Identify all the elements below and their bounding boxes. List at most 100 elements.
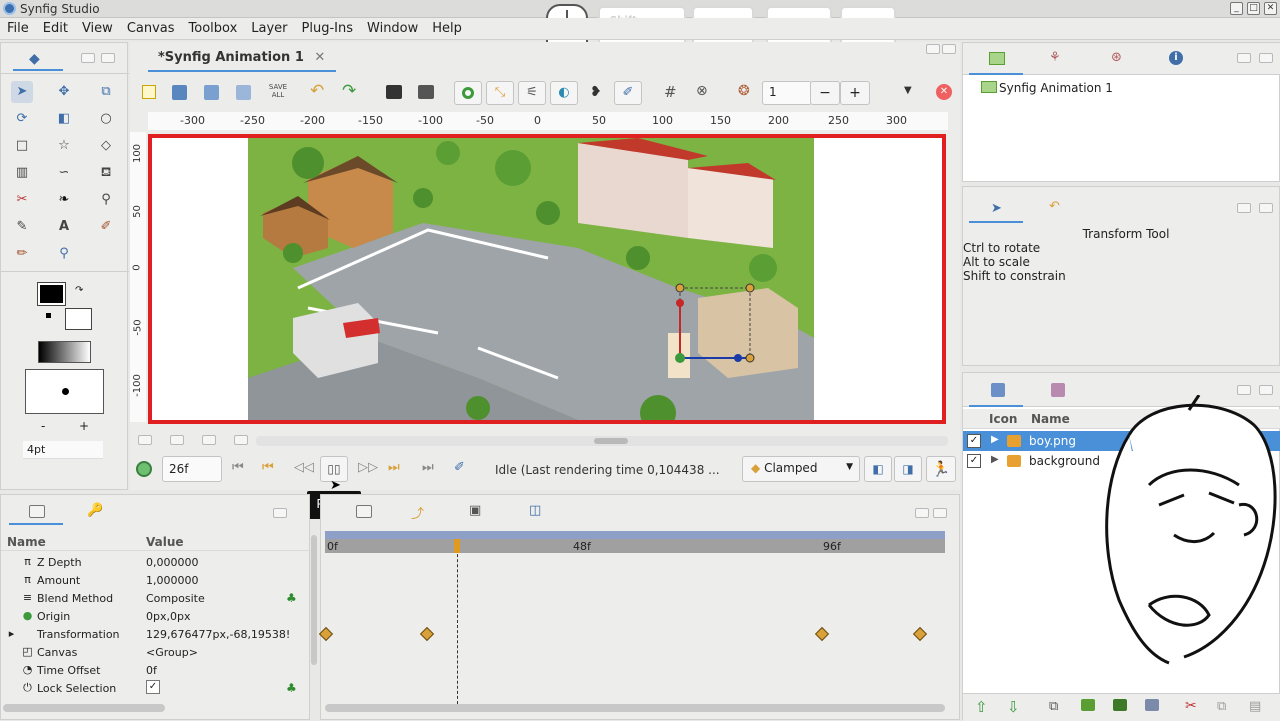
- save-all-button[interactable]: SAVE ALL: [267, 83, 289, 99]
- horizontal-scrollbar[interactable]: [256, 436, 948, 446]
- param-value[interactable]: 0px,0px: [146, 610, 190, 623]
- param-row-origin[interactable]: ● Origin 0px,0px: [1, 607, 311, 625]
- animation-mode-toggle-button[interactable]: 🏃: [926, 456, 956, 482]
- interpolation-dropdown[interactable]: ◆ Clamped ▼: [742, 456, 860, 482]
- lock-selection-checkbox[interactable]: ✓: [146, 680, 160, 694]
- timetrack-hscroll[interactable]: [325, 704, 945, 712]
- document-tab[interactable]: *Synfig Animation 1 ✕: [158, 50, 325, 65]
- copy-layer-icon[interactable]: ⧉: [1217, 699, 1226, 714]
- lower-layer-icon[interactable]: ⇩: [1007, 698, 1020, 716]
- layers-max-button[interactable]: [1259, 385, 1273, 395]
- menu-help[interactable]: Help: [425, 18, 469, 36]
- canvas-item-label[interactable]: Synfig Animation 1: [999, 81, 1113, 95]
- scale-tool-icon[interactable]: ⧉: [95, 81, 117, 103]
- static-toggle-icon[interactable]: ♣: [286, 591, 297, 605]
- frame-increase-button[interactable]: +: [840, 81, 870, 105]
- rectangle-tool-icon[interactable]: □: [11, 135, 33, 157]
- keyframe-marker[interactable]: [912, 626, 928, 642]
- tool-options-max-button[interactable]: [1259, 203, 1273, 213]
- menu-canvas[interactable]: Canvas: [120, 18, 182, 36]
- keyframe-marker[interactable]: [318, 626, 334, 642]
- save-revert-icon[interactable]: [236, 85, 251, 100]
- param-row-time-offset[interactable]: ◔ Time Offset 0f: [1, 661, 311, 679]
- keyframe-marker[interactable]: [419, 626, 435, 642]
- panel-min-button[interactable]: [81, 53, 95, 63]
- toolbox-tab-icon[interactable]: ◆: [29, 51, 40, 67]
- layer-visibility-checkbox[interactable]: ✓: [967, 434, 981, 448]
- layers-tab-icon[interactable]: [991, 383, 1005, 397]
- next-frame-icon[interactable]: ▷▷: [358, 460, 378, 475]
- save-icon[interactable]: [172, 85, 187, 100]
- zoom-fit-button[interactable]: [202, 435, 216, 445]
- brush-tool-icon[interactable]: ✏: [11, 243, 33, 265]
- grid-icon[interactable]: #: [664, 83, 677, 101]
- timetrack-max-button[interactable]: [933, 508, 947, 518]
- layer-name[interactable]: boy.png: [1029, 434, 1076, 448]
- background-rendering-icon[interactable]: ❂: [738, 83, 750, 99]
- layers-min-button[interactable]: [1237, 385, 1251, 395]
- toggle-tangents-button[interactable]: ⤡: [486, 81, 514, 105]
- menu-view[interactable]: View: [75, 18, 120, 36]
- library-panel-tab-icon[interactable]: ⚘: [1049, 50, 1061, 65]
- bounds-toggle-icon[interactable]: ✐: [454, 460, 465, 475]
- guides-icon[interactable]: ⊗: [696, 83, 708, 99]
- param-value[interactable]: 129,676477px,-68,19538!: [146, 628, 290, 641]
- params-hscroll[interactable]: [3, 704, 165, 712]
- param-row-blend-method[interactable]: ≡ Blend Method Composite ♣: [1, 589, 311, 607]
- redo-icon[interactable]: ↷: [342, 81, 356, 101]
- param-row-canvas[interactable]: ◰ Canvas <Group>: [1, 643, 311, 661]
- param-value[interactable]: 0f: [146, 664, 157, 677]
- brush-size-increase[interactable]: +: [79, 419, 89, 433]
- doc-panel-max-button[interactable]: [942, 44, 956, 54]
- frame-decrease-button[interactable]: −: [810, 81, 840, 105]
- doc-panel-min-button[interactable]: [926, 44, 940, 54]
- canvas-browser-tab-icon[interactable]: [989, 52, 1005, 65]
- gradient-tool-icon[interactable]: ▥: [11, 162, 33, 184]
- new-file-icon[interactable]: [142, 85, 156, 99]
- param-row-lock-selection[interactable]: ⏻ Lock Selection ✓ ♣: [1, 679, 311, 697]
- document-tab-close-icon[interactable]: ✕: [314, 50, 325, 65]
- transform-tool-icon[interactable]: ➤: [11, 81, 33, 103]
- cutout-tool-icon[interactable]: ✂: [11, 189, 33, 211]
- minimize-button[interactable]: _: [1230, 2, 1243, 15]
- smooth-move-tool-icon[interactable]: ✥: [53, 81, 75, 103]
- menu-layer[interactable]: Layer: [244, 18, 294, 36]
- zoom-out-button[interactable]: [138, 435, 152, 445]
- library-tab-icon[interactable]: 🔑: [87, 503, 103, 518]
- sketch-tool-icon[interactable]: ✐: [95, 216, 117, 238]
- fill-tool-icon[interactable]: ⛾: [95, 162, 117, 184]
- toggle-handles-button[interactable]: [454, 81, 482, 105]
- stop-render-icon[interactable]: ✕: [936, 84, 952, 100]
- params-tab-icon[interactable]: [29, 505, 45, 518]
- keyframes-tab-icon[interactable]: ▣: [469, 503, 481, 518]
- timetrack-tab-icon[interactable]: [356, 505, 372, 518]
- reset-colors-icon[interactable]: [46, 313, 51, 318]
- close-window-button[interactable]: ✕: [1264, 2, 1277, 15]
- brush-preview[interactable]: [25, 369, 104, 414]
- curves-tab-icon[interactable]: ⤴: [411, 503, 424, 522]
- toggle-angle-button[interactable]: ◐: [550, 81, 578, 105]
- gradient-swatch[interactable]: [38, 341, 91, 363]
- undo-icon[interactable]: ↶: [310, 81, 324, 101]
- prev-frame-icon[interactable]: ◁◁: [294, 460, 314, 475]
- rotate-tool-icon[interactable]: ⟳: [11, 108, 33, 130]
- outline-color-swatch[interactable]: [37, 282, 66, 306]
- zoom-reset-button[interactable]: [170, 435, 184, 445]
- next-keyframe-icon[interactable]: ⏭: [388, 460, 400, 475]
- time-range-bar[interactable]: [325, 531, 945, 539]
- zoom-in-button[interactable]: [234, 435, 248, 445]
- eyedrop-tool-icon[interactable]: ⚲: [95, 189, 117, 211]
- menu-toolbox[interactable]: Toolbox: [182, 18, 245, 36]
- expand-arrow-icon[interactable]: ▶: [991, 434, 999, 445]
- seek-end-icon[interactable]: ⏭: [422, 460, 434, 475]
- toggle-width-button[interactable]: ⚟: [518, 81, 546, 105]
- brush-size-field[interactable]: 4pt: [23, 441, 103, 459]
- layer-sets-tab-icon[interactable]: [1051, 383, 1065, 397]
- layer-visibility-checkbox[interactable]: ✓: [967, 454, 981, 468]
- width-tool-icon[interactable]: ❧: [53, 189, 75, 211]
- time-cursor-handle[interactable]: [454, 539, 460, 553]
- paste-layer-icon[interactable]: ▤: [1249, 699, 1261, 714]
- star-tool-icon[interactable]: ☆: [53, 135, 75, 157]
- param-value[interactable]: Composite: [146, 592, 205, 605]
- time-cursor[interactable]: [457, 539, 458, 709]
